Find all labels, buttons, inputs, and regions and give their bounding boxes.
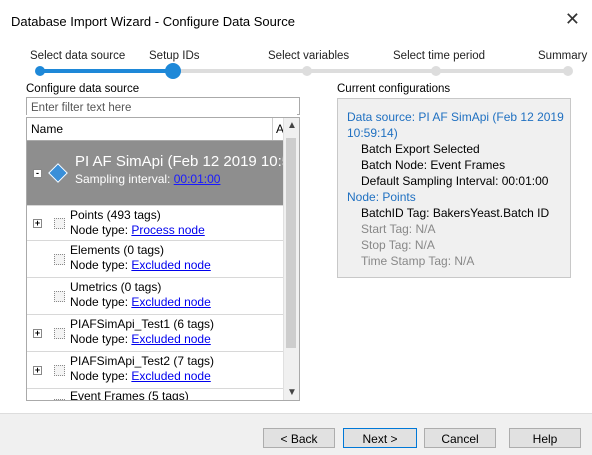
tree-row-text: Umetrics (0 tags) Node type: Excluded nod… <box>70 280 211 310</box>
step-dot-4 <box>431 66 441 76</box>
wizard-stepper: Select data source Setup IDs Select variab… <box>0 48 592 84</box>
config-line: Batch Node: Event Frames <box>361 158 506 172</box>
config-line: 10:59:14) <box>347 126 398 140</box>
tree-row[interactable]: + Points (493 tags) Node type: Process nod… <box>27 206 285 241</box>
filter-input[interactable] <box>27 99 297 117</box>
tree-row-subtitle: Sampling interval: 00:01:00 <box>75 172 299 187</box>
config-line: Stop Tag: N/A <box>361 238 435 252</box>
window-title: Database Import Wizard - Configure Data … <box>11 14 295 29</box>
config-line: Batch Export Selected <box>361 142 480 156</box>
tree-rows: - PI AF SimApi (Feb 12 2019 10:59:14) Samp… <box>27 141 299 401</box>
tree-row-text: PIAFSimApi_Test1 (6 tags) Node type: Excl… <box>70 317 214 347</box>
tree-row-title: PI AF SimApi (Feb 12 2019 10:59:14) <box>75 153 300 170</box>
step-label-1: Select data source <box>30 50 126 62</box>
step-label-2: Setup IDs <box>149 50 200 62</box>
config-line: Data source: PI AF SimApi (Feb 12 2019 <box>347 110 564 124</box>
tree-scrollbar[interactable]: ▲ ▼ <box>283 118 299 400</box>
step-dot-3 <box>302 66 312 76</box>
tree-row[interactable]: + PIAFSimApi_Test2 (7 tags) Node type: Exc… <box>27 352 285 389</box>
back-button[interactable]: < Back <box>263 428 335 448</box>
close-icon[interactable]: ✕ <box>565 9 580 29</box>
help-button[interactable]: Help <box>509 428 581 448</box>
tree-row-title: Umetrics (0 tags) <box>70 280 162 294</box>
scrollbar-thumb[interactable] <box>286 138 296 348</box>
node-type-link[interactable]: Excluded node <box>131 369 210 383</box>
tree-row-title: Event Frames (5 tags) <box>70 389 189 401</box>
filter-field[interactable] <box>26 97 300 117</box>
node-type-link[interactable]: Excluded node <box>131 258 210 272</box>
tree-row-text: PI AF SimApi (Feb 12 2019 10:59:14) Sampl… <box>75 152 300 187</box>
tree-row-text: Elements (0 tags) Node type: Excluded nod… <box>70 243 211 273</box>
tree-row-text: Points (493 tags) Node type: Process node <box>70 208 205 238</box>
tree-row-sub-label: Node type: <box>70 223 132 237</box>
tree-row-sub-label: Node type: <box>70 295 132 309</box>
tree-row[interactable]: Event Frames (5 tags) <box>27 389 285 401</box>
tree-row-sub-label: Node type: <box>70 258 132 272</box>
tag-node-icon <box>54 365 65 376</box>
collapse-icon[interactable]: - <box>33 169 42 178</box>
sampling-interval-link[interactable]: 00:01:00 <box>174 172 221 186</box>
configure-data-source-label: Configure data source <box>26 83 140 95</box>
node-type-link[interactable]: Excluded node <box>131 295 210 309</box>
next-button[interactable]: Next > <box>343 428 417 448</box>
current-configurations-label: Current configurations <box>337 83 451 95</box>
tree-row-sub-label: Node type: <box>70 369 132 383</box>
tree-row-title: Points (493 tags) <box>70 208 161 222</box>
tree-header: Name A <box>27 118 285 141</box>
tree-row-subtitle: Node type: Excluded node <box>70 332 214 347</box>
tree-row-subtitle: Node type: Process node <box>70 223 205 238</box>
tree-row[interactable]: Umetrics (0 tags) Node type: Excluded nod… <box>27 278 285 315</box>
config-line: Node: Points <box>347 190 416 204</box>
scroll-up-icon[interactable]: ▲ <box>287 120 297 131</box>
wizard-window: Database Import Wizard - Configure Data … <box>0 0 592 455</box>
data-source-tree: Name A - PI AF SimApi (Feb 12 2019 10:59:… <box>26 117 300 401</box>
tag-node-icon <box>54 254 65 265</box>
expand-icon[interactable]: + <box>33 219 42 228</box>
tree-row-subtitle: Node type: Excluded node <box>70 295 211 310</box>
column-divider[interactable] <box>272 118 273 140</box>
tree-row-text: PIAFSimApi_Test2 (7 tags) Node type: Excl… <box>70 354 214 384</box>
config-line: Default Sampling Interval: 00:01:00 <box>361 174 549 188</box>
step-dot-1 <box>35 66 45 76</box>
database-server-icon <box>48 163 68 183</box>
tag-node-icon <box>54 291 65 302</box>
tree-row-text: Event Frames (5 tags) <box>70 389 189 401</box>
tag-node-icon <box>54 399 65 400</box>
tree-row-title: Elements (0 tags) <box>70 243 165 257</box>
tag-node-icon <box>54 328 65 339</box>
tree-row[interactable]: + PIAFSimApi_Test1 (6 tags) Node type: Exc… <box>27 315 285 352</box>
tree-row-subtitle: Node type: Excluded node <box>70 258 211 273</box>
tag-node-icon <box>54 218 65 229</box>
configuration-summary-box: Data source: PI AF SimApi (Feb 12 2019 10… <box>337 98 571 278</box>
tree-row-title: PIAFSimApi_Test1 (6 tags) <box>70 317 215 331</box>
tree-row-subtitle: Node type: Excluded node <box>70 369 214 384</box>
expand-icon[interactable]: + <box>33 329 42 338</box>
tree-row-sub-label: Node type: <box>70 332 132 346</box>
tree-row-sub-label: Sampling interval: <box>75 172 174 186</box>
step-label-5: Summary <box>538 50 588 62</box>
node-type-link[interactable]: Process node <box>131 223 204 237</box>
title-bar: Database Import Wizard - Configure Data … <box>0 0 592 40</box>
tree-row[interactable]: Elements (0 tags) Node type: Excluded nod… <box>27 241 285 278</box>
expand-icon[interactable]: + <box>33 366 42 375</box>
stepper-progress-track <box>40 69 173 73</box>
step-label-4: Select time period <box>393 50 486 62</box>
config-line: Time Stamp Tag: N/A <box>361 254 475 268</box>
column-header-name[interactable]: Name <box>31 122 63 136</box>
cancel-button[interactable]: Cancel <box>424 428 496 448</box>
scroll-down-icon[interactable]: ▼ <box>287 387 297 398</box>
step-label-3: Select variables <box>268 50 350 62</box>
node-type-link[interactable]: Excluded node <box>131 332 210 346</box>
config-line: BatchID Tag: BakersYeast.Batch ID <box>361 206 550 220</box>
tree-row-title: PIAFSimApi_Test2 (7 tags) <box>70 354 215 368</box>
step-dot-2 <box>165 63 181 79</box>
config-line: Start Tag: N/A <box>361 222 436 236</box>
step-dot-5 <box>563 66 573 76</box>
tree-row[interactable]: - PI AF SimApi (Feb 12 2019 10:59:14) Samp… <box>27 141 299 206</box>
